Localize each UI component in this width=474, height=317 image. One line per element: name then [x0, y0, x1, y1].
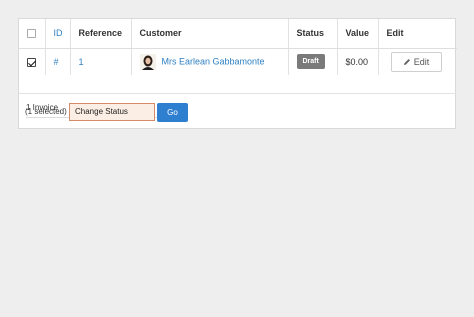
- column-header-edit: Edit: [378, 19, 457, 49]
- column-header-value[interactable]: Value: [337, 19, 379, 49]
- avatar: [139, 53, 156, 70]
- row-checkbox[interactable]: [27, 57, 36, 67]
- invoice-table: ID Reference Customer Status Value Edit …: [19, 19, 457, 75]
- table-header-row: ID Reference Customer Status Value Edit: [19, 19, 457, 49]
- customer-link[interactable]: Mrs Earlean Gabbamonte: [162, 56, 265, 66]
- table-row: # 1 Mrs Earlean Gabbamonte Draft $0.00 E…: [19, 48, 457, 75]
- column-header-status[interactable]: Status: [288, 19, 338, 49]
- column-header-id[interactable]: ID: [45, 19, 71, 49]
- status-badge: Draft: [296, 54, 325, 70]
- row-customer-cell: Mrs Earlean Gabbamonte: [131, 48, 289, 75]
- column-header-reference[interactable]: Reference: [70, 19, 132, 49]
- column-header-customer[interactable]: Customer: [131, 19, 289, 49]
- row-id-link[interactable]: #: [45, 48, 71, 75]
- row-select-cell: [19, 48, 46, 75]
- row-reference-link[interactable]: 1: [70, 48, 132, 75]
- select-all-cell: [19, 19, 46, 49]
- row-status-cell: Draft: [288, 48, 338, 75]
- row-value: $0.00: [337, 48, 379, 75]
- go-button[interactable]: Go: [157, 103, 188, 122]
- edit-button[interactable]: Edit: [390, 51, 442, 72]
- edit-button-label: Edit: [413, 56, 430, 67]
- bulk-action-select[interactable]: Change Status: [69, 103, 155, 121]
- select-all-checkbox[interactable]: [27, 29, 36, 39]
- selected-count: (1 selected): [25, 107, 67, 116]
- pencil-icon: [403, 58, 410, 65]
- row-edit-cell: Edit: [378, 48, 457, 75]
